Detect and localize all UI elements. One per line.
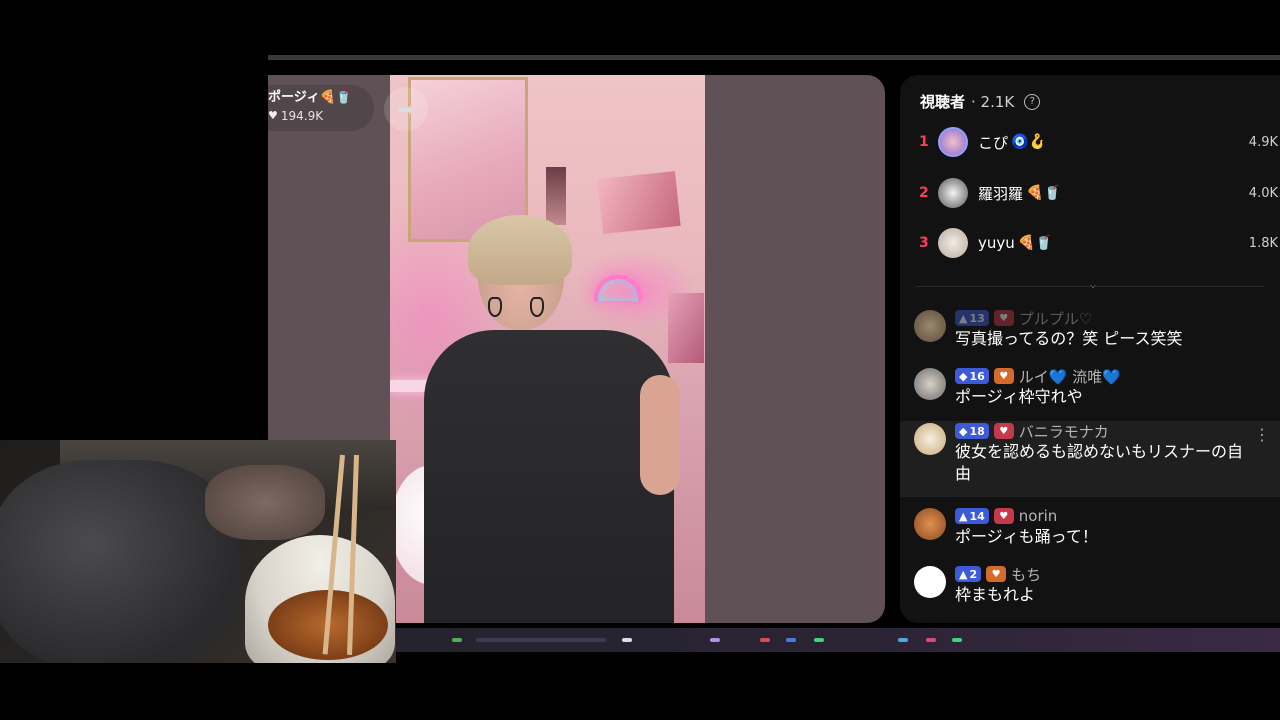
viewer-score: 1.8K bbox=[1248, 235, 1278, 251]
chat-text: 写真撮ってるの？笑 ピース笑笑 bbox=[955, 329, 1183, 348]
chat-text: 枠まもれよ bbox=[955, 585, 1036, 604]
webcam-person bbox=[0, 460, 240, 663]
avatar[interactable] bbox=[914, 423, 946, 455]
fan-badge: ♥ bbox=[993, 508, 1014, 524]
fan-badge: ♥ bbox=[993, 368, 1014, 384]
wall-poster-small bbox=[668, 293, 704, 363]
taskbar-icon[interactable] bbox=[710, 638, 720, 642]
chat-message[interactable]: ▲ 14 ♥ norin ポージィも踊って！ bbox=[900, 506, 1280, 548]
top-viewer-row[interactable]: 1 こぴ 🧿🪝 4.9K bbox=[900, 126, 1280, 158]
taskbar-icon[interactable] bbox=[622, 638, 632, 642]
os-taskbar bbox=[396, 628, 1280, 652]
viewers-title: 視聴者 bbox=[920, 93, 966, 111]
avatar[interactable] bbox=[938, 228, 968, 258]
wall-poster-small bbox=[597, 171, 681, 234]
fan-badge: ♥ bbox=[993, 310, 1014, 326]
heart-icon: ♥ bbox=[268, 109, 278, 122]
like-counter: ♥ 194.9K bbox=[268, 107, 374, 125]
avatar[interactable] bbox=[914, 508, 946, 540]
taskbar-icon[interactable] bbox=[760, 638, 770, 642]
avatar[interactable] bbox=[914, 566, 946, 598]
chat-username[interactable]: バニラモナカ bbox=[1019, 421, 1109, 442]
avatar[interactable] bbox=[938, 127, 968, 157]
streamer-arm bbox=[640, 375, 680, 495]
avatar[interactable] bbox=[914, 310, 946, 342]
taskbar-icon[interactable] bbox=[786, 638, 796, 642]
taskbar-icon[interactable] bbox=[452, 638, 462, 642]
neon-rainbow-sign bbox=[594, 275, 642, 301]
window-top-bar bbox=[268, 55, 1280, 60]
viewer-name: こぴ 🧿🪝 bbox=[978, 133, 1046, 152]
live-chat-panel: 視聴者 · 2.1K ? 1 こぴ 🧿🪝 4.9K 2 羅羽羅 🍕🥤 4.0K … bbox=[900, 75, 1280, 623]
top-viewer-row[interactable]: 2 羅羽羅 🍕🥤 4.0K bbox=[900, 177, 1280, 209]
chat-message[interactable]: ▲ 2 ♥ もち 枠まもれよ bbox=[900, 564, 1280, 606]
chat-message[interactable]: ▲ 13 ♥ プルプル♡ 写真撮ってるの？笑 ピース笑笑 bbox=[900, 308, 1280, 350]
chat-text: ポージィ枠守れや bbox=[955, 387, 1083, 406]
divider bbox=[916, 286, 1264, 287]
more-vertical-icon[interactable]: ⋮ bbox=[1254, 425, 1270, 444]
rank-number: 2 bbox=[919, 185, 929, 201]
eye-sticker bbox=[488, 297, 502, 317]
viewer-score: 4.0K bbox=[1248, 185, 1278, 201]
chat-username[interactable]: プルプル♡ bbox=[1019, 308, 1092, 329]
taskbar-icon[interactable] bbox=[898, 638, 908, 642]
taskbar-search[interactable] bbox=[476, 638, 606, 642]
webcam-hand bbox=[205, 465, 325, 540]
level-badge: ▲ 13 bbox=[955, 310, 989, 326]
fan-badge: ♥ bbox=[986, 566, 1007, 582]
chat-message[interactable]: ◆ 18 ♥ バニラモナカ 彼女を認めるも認めないもリスナーの自由 ⋮ bbox=[900, 421, 1280, 497]
streamer-hair bbox=[468, 215, 572, 285]
live-video[interactable] bbox=[390, 75, 705, 623]
level-badge: ◆ 16 bbox=[955, 368, 989, 384]
chat-text: 彼女を認めるも認めないもリスナーの自由 bbox=[955, 442, 1244, 483]
taskbar-icon[interactable] bbox=[926, 638, 936, 642]
share-button[interactable]: ➦ bbox=[384, 87, 428, 131]
creator-name: ポージィ🍕🥤 bbox=[268, 90, 353, 105]
top-viewer-row[interactable]: 3 yuyu 🍕🥤 1.8K bbox=[900, 227, 1280, 259]
share-icon: ➦ bbox=[397, 97, 415, 121]
chat-username[interactable]: もち bbox=[1011, 564, 1041, 585]
viewer-score: 4.9K bbox=[1248, 134, 1278, 150]
chat-username[interactable]: norin bbox=[1019, 507, 1058, 525]
viewers-count: · 2.1K bbox=[971, 92, 1015, 111]
help-icon[interactable]: ? bbox=[1024, 93, 1041, 110]
streamer-body bbox=[424, 330, 674, 623]
viewer-emoji: 🍕🥤 bbox=[1026, 185, 1061, 201]
level-badge: ▲ 14 bbox=[955, 508, 989, 524]
rank-number: 1 bbox=[919, 134, 929, 150]
fan-badge: ♥ bbox=[993, 423, 1014, 439]
taskbar-icon[interactable] bbox=[952, 638, 962, 642]
webcam-overlay bbox=[0, 440, 396, 663]
taskbar-icon[interactable] bbox=[814, 638, 824, 642]
avatar[interactable] bbox=[914, 368, 946, 400]
viewer-name: yuyu 🍕🥤 bbox=[978, 234, 1053, 252]
viewers-header: 視聴者 · 2.1K ? bbox=[920, 91, 1041, 112]
level-badge: ◆ 18 bbox=[955, 423, 989, 439]
chevron-down-icon[interactable]: ⌄ bbox=[1088, 277, 1098, 291]
eye-sticker bbox=[530, 297, 544, 317]
creator-badge[interactable]: ポージィ🍕🥤 ♥ 194.9K bbox=[268, 85, 374, 131]
like-count: 194.9K bbox=[280, 109, 324, 123]
viewer-emoji: 🧿🪝 bbox=[1011, 134, 1046, 150]
avatar[interactable] bbox=[938, 178, 968, 208]
chat-username[interactable]: ルイ💙 流唯💙 bbox=[1019, 366, 1121, 387]
level-badge: ▲ 2 bbox=[955, 566, 982, 582]
rank-number: 3 bbox=[919, 235, 929, 251]
viewer-name: 羅羽羅 🍕🥤 bbox=[978, 184, 1061, 203]
chat-text: ポージィも踊って！ bbox=[955, 527, 1098, 546]
wall-poster-small bbox=[546, 167, 566, 225]
chat-message[interactable]: ◆ 16 ♥ ルイ💙 流唯💙 ポージィ枠守れや bbox=[900, 366, 1280, 408]
viewer-emoji: 🍕🥤 bbox=[1017, 235, 1053, 251]
